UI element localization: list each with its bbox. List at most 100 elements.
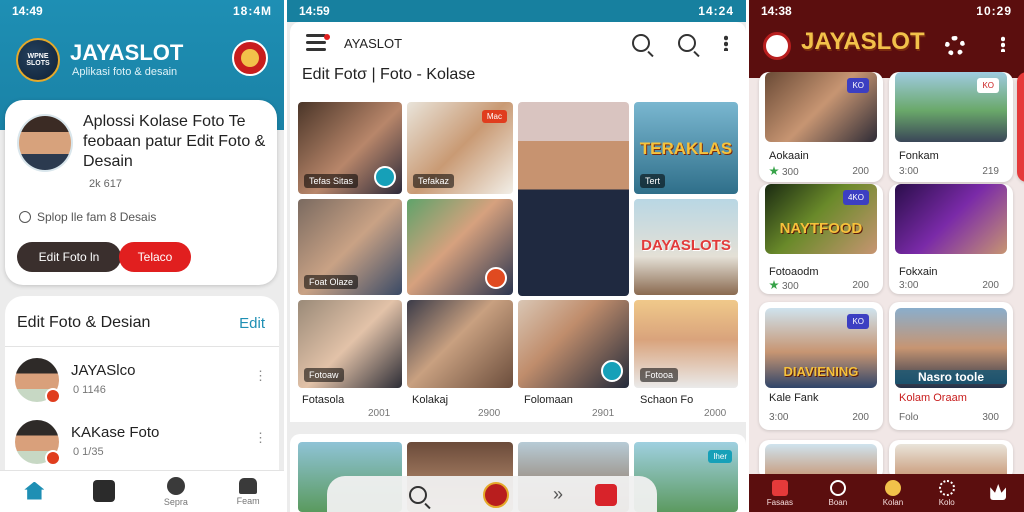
tile-label: Tert bbox=[640, 174, 666, 188]
camera-icon[interactable] bbox=[485, 267, 507, 289]
search-icon[interactable] bbox=[678, 34, 696, 52]
more-icon[interactable] bbox=[1001, 36, 1005, 52]
search-icon bbox=[829, 479, 846, 496]
nav-label: Kolo bbox=[938, 497, 955, 507]
nav-home[interactable] bbox=[24, 481, 45, 502]
photo-grid: Tefas Sitas Mac Tefakaz TERAKLAS Tert Foat… bbox=[290, 92, 746, 422]
status-time: 14:59 bbox=[299, 4, 330, 18]
status-clock: 10:29 bbox=[976, 4, 1012, 18]
nav-flag[interactable]: Fasaas bbox=[766, 479, 793, 507]
list-edit-link[interactable]: Edit bbox=[239, 315, 265, 332]
status-time: 14:38 bbox=[761, 4, 792, 18]
card-image: Nasro toole bbox=[895, 308, 1007, 388]
card-views: 200 bbox=[852, 280, 869, 291]
nav-profile[interactable]: Feam bbox=[237, 477, 260, 506]
more-icon[interactable]: ⋮ bbox=[254, 368, 267, 384]
edit-icon[interactable] bbox=[374, 166, 396, 188]
app-logo-icon[interactable] bbox=[483, 482, 509, 508]
card-views: 300 bbox=[982, 412, 999, 423]
card-badge: 4KO bbox=[842, 190, 869, 205]
photo-tile[interactable]: Mac Tefakaz bbox=[407, 102, 513, 194]
clock-icon bbox=[19, 211, 31, 223]
photo-tile[interactable]: Fotooa bbox=[634, 300, 738, 388]
status-bar: 14:59 14:24 bbox=[287, 0, 746, 22]
search-icon[interactable] bbox=[632, 34, 650, 52]
featured-title: Aplossi Kolase Foto Te feobaan patur Edi… bbox=[83, 113, 266, 170]
more-icon[interactable]: ⋮ bbox=[254, 430, 267, 446]
more-icon[interactable] bbox=[724, 35, 728, 51]
gallery-icon[interactable] bbox=[595, 484, 617, 506]
card-headline: Nasro toole bbox=[895, 370, 1007, 384]
tile-count: 2001 bbox=[368, 408, 391, 419]
photo-tile[interactable] bbox=[407, 199, 513, 295]
content-card[interactable]: KO Aokaain 300 200 bbox=[759, 72, 883, 182]
list-item-avatar bbox=[15, 420, 61, 466]
nav-label: Fasaas bbox=[766, 497, 793, 507]
edit-icon[interactable] bbox=[601, 360, 623, 382]
content-card[interactable]: DIAVIENING KO Kale Fank 3:00 200 bbox=[759, 302, 883, 430]
edit-photo-button[interactable]: Edit Foto ln bbox=[17, 242, 121, 272]
list-item[interactable]: JAYASlco 0 1146 ⋮ bbox=[15, 352, 271, 404]
card-meta: 3:00 bbox=[769, 412, 789, 423]
explore-icon bbox=[166, 476, 185, 495]
badge-icon bbox=[45, 388, 61, 404]
card-badge: KO bbox=[847, 314, 869, 329]
photo-tile[interactable] bbox=[518, 300, 629, 388]
nav-search[interactable]: Boan bbox=[829, 479, 847, 507]
card-title: Fotoaodm bbox=[769, 266, 819, 278]
list-item[interactable]: KAKase Foto 0 1/35 ⋮ bbox=[15, 414, 271, 466]
nav-gallery[interactable] bbox=[93, 479, 116, 504]
secondary-button[interactable]: Telaco bbox=[119, 242, 191, 272]
nav-crown[interactable] bbox=[990, 484, 1007, 502]
nav-explore[interactable]: Sepra bbox=[164, 476, 188, 507]
list-item-sub: 0 1/35 bbox=[73, 446, 104, 458]
content-card-partial[interactable] bbox=[1017, 72, 1024, 182]
bottom-nav: Sepra Feam bbox=[0, 470, 284, 512]
nav-settings[interactable]: Kolo bbox=[938, 479, 955, 507]
app-header: AYASLOT Edit Fotσ | Foto - Kolase bbox=[290, 22, 746, 92]
menu-icon[interactable] bbox=[306, 34, 330, 51]
profile-avatar[interactable] bbox=[232, 40, 268, 76]
photo-tile[interactable]: Foat Olaze bbox=[298, 199, 402, 295]
card-meta: 3:00 bbox=[899, 166, 919, 177]
content-card[interactable]: Fokxain 3:00 200 bbox=[889, 184, 1013, 294]
tile-badge: Iher bbox=[708, 450, 732, 463]
forward-icon[interactable]: » bbox=[553, 484, 563, 505]
card-title: Fokxain bbox=[899, 266, 938, 278]
card-image: KO bbox=[895, 72, 1007, 142]
photo-tile[interactable]: TERAKLAS Tert bbox=[634, 102, 738, 194]
settings-icon[interactable] bbox=[945, 36, 965, 56]
tile-label: Tefakaz bbox=[413, 174, 455, 188]
card-meta: Folo bbox=[899, 412, 919, 423]
content-card[interactable]: KO Fonkam 3:00 219 bbox=[889, 72, 1013, 182]
content-card[interactable]: NAYTFOOD 4KO Fotoaodm 300 200 bbox=[759, 184, 883, 294]
list-item-title: KAKase Foto bbox=[71, 424, 160, 441]
content-card[interactable]: Nasro toole Kolam Oraam Folo 300 bbox=[889, 302, 1013, 430]
divider bbox=[5, 346, 279, 347]
photo-tile-large[interactable] bbox=[518, 102, 629, 296]
photo-tile[interactable]: DAYASLOTS bbox=[634, 199, 738, 295]
card-meta: 300 bbox=[782, 281, 799, 292]
featured-card[interactable]: Aplossi Kolase Foto Te feobaan patur Edi… bbox=[5, 100, 277, 285]
status-bar: 14:49 18:4M bbox=[0, 0, 284, 22]
tile-label: Fotoaw bbox=[304, 368, 344, 382]
app-logo: WPNE SLOTS bbox=[16, 38, 60, 82]
search-icon[interactable] bbox=[409, 486, 427, 504]
card-badge: KO bbox=[977, 78, 999, 93]
list-item-title: JAYASlco bbox=[71, 362, 136, 379]
featured-line-text: Splop lle fam 8 Desais bbox=[37, 210, 157, 224]
star-icon bbox=[769, 166, 779, 176]
tile-label: Foat Olaze bbox=[304, 275, 359, 289]
photo-tile[interactable] bbox=[407, 300, 513, 388]
app-brand: JAYASLOT bbox=[70, 40, 184, 65]
nav-profile[interactable]: Kolan bbox=[883, 479, 903, 507]
card-headline: DIAVIENING bbox=[783, 364, 859, 379]
tile-caption: Fotasola bbox=[302, 394, 345, 406]
app-screen-right: 14:38 10:29 JAYASLOT KO Aokaain 300 200 … bbox=[749, 0, 1024, 512]
tile-headline: DAYASLOTS bbox=[641, 237, 731, 255]
photo-tile[interactable]: Fotoaw bbox=[298, 300, 402, 388]
photo-tile[interactable]: Tefas Sitas bbox=[298, 102, 402, 194]
status-clock: 18:4M bbox=[232, 4, 272, 18]
home-icon bbox=[24, 481, 45, 500]
app-brand: JAYASLOT bbox=[801, 28, 925, 55]
